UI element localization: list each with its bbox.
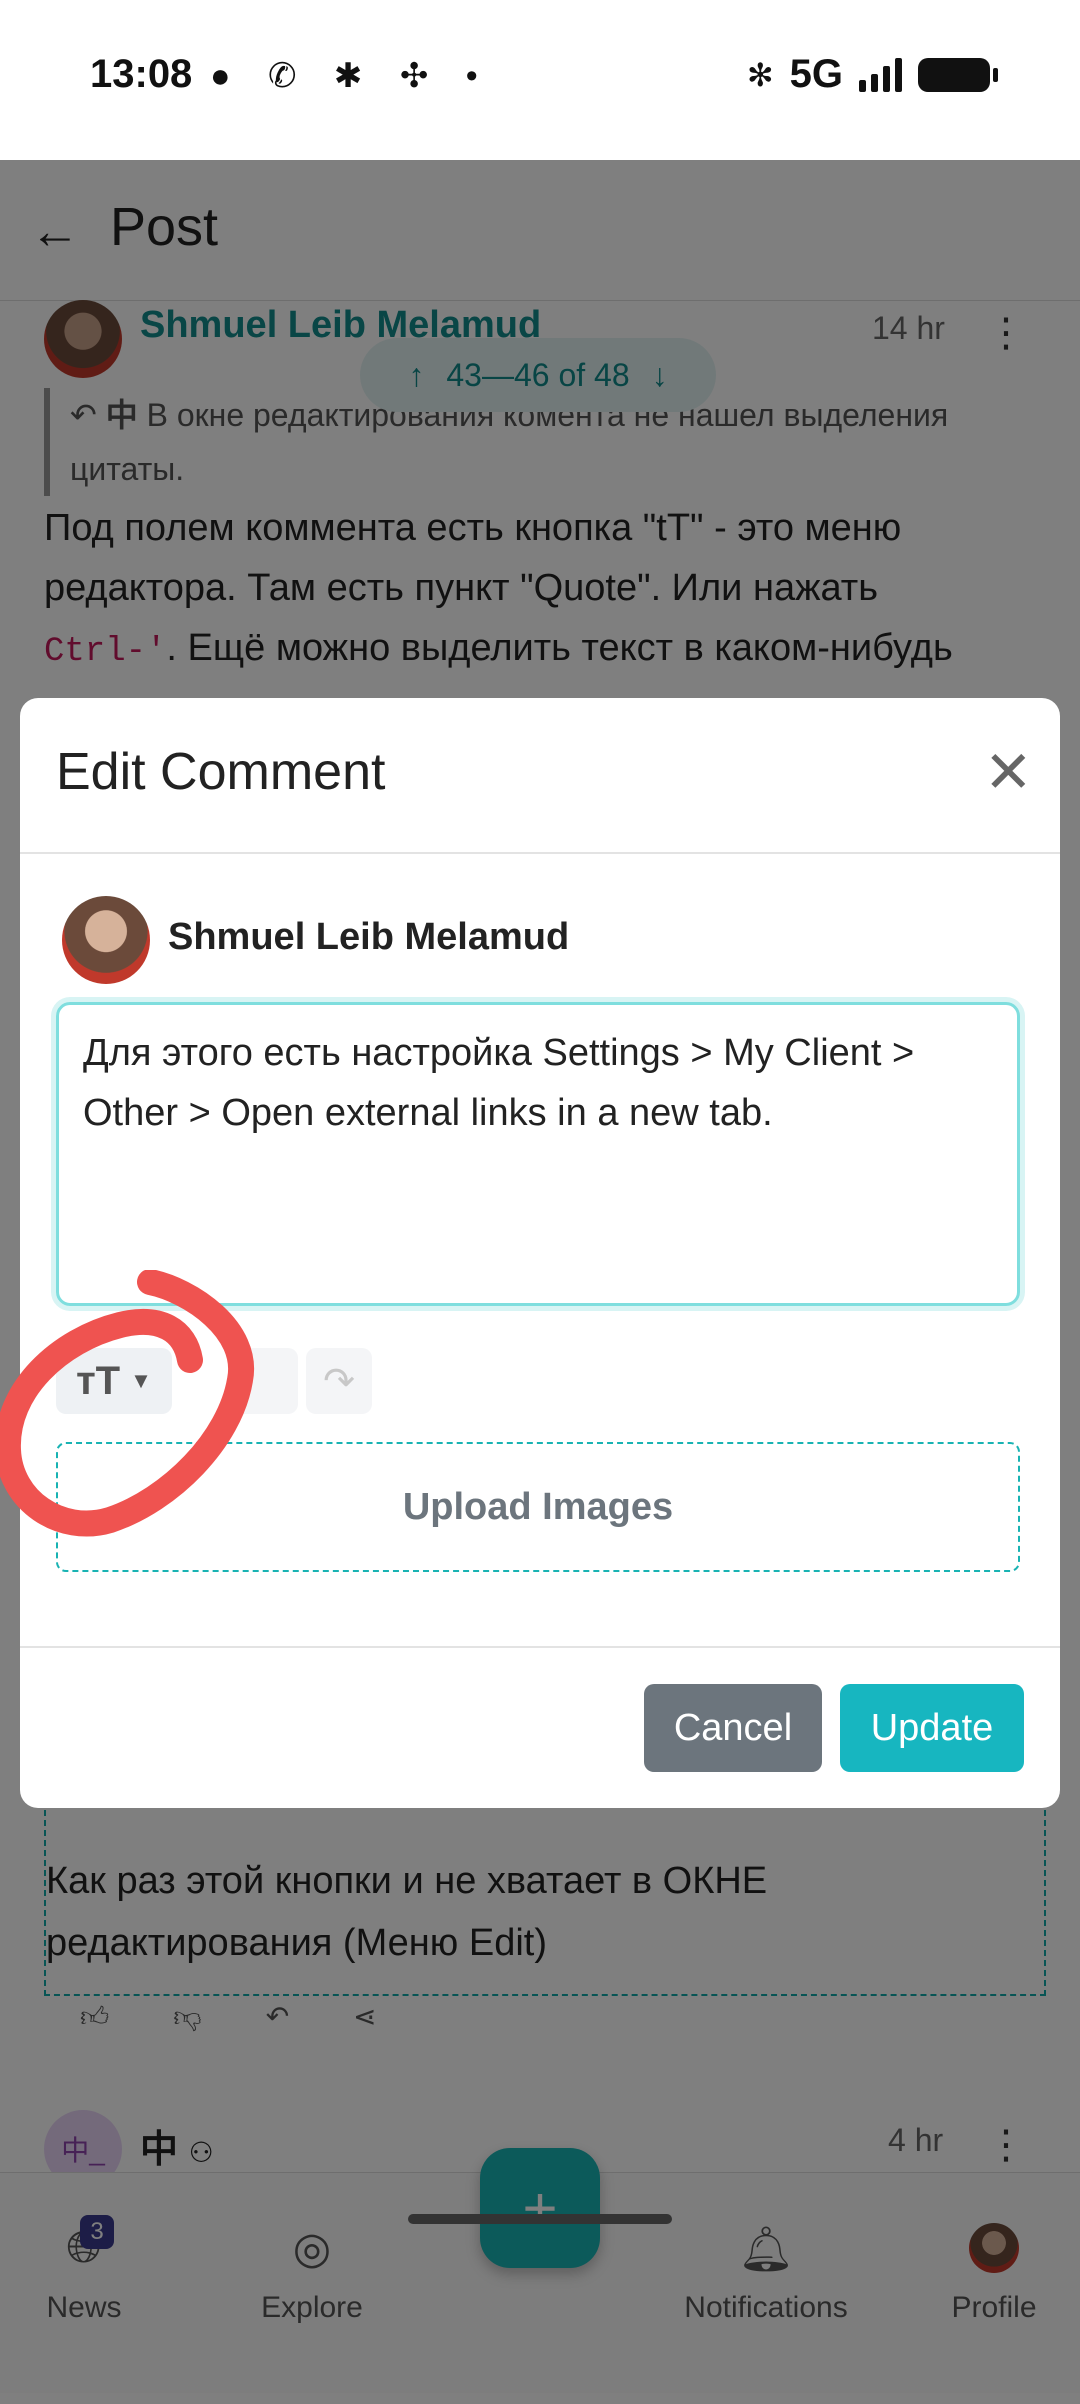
user-name: Shmuel Leib Melamud [168, 916, 570, 958]
status-time: 13:08 [90, 52, 193, 96]
dialog-title: Edit Comment [56, 743, 386, 801]
redo-icon[interactable]: ↷ [306, 1348, 372, 1414]
bluetooth-icon: ✻ [746, 56, 774, 93]
cancel-button[interactable]: Cancel [644, 1684, 822, 1772]
avatar [62, 896, 150, 984]
divider [20, 1646, 1060, 1648]
status-right: ✻ 5G [746, 52, 998, 97]
close-icon[interactable]: ✕ [984, 738, 1033, 806]
signal-icon [859, 57, 902, 92]
battery-icon [918, 57, 998, 92]
edit-comment-dialog: Edit Comment ✕ Shmuel Leib Melamud Для э… [20, 698, 1060, 1808]
status-bar: 13:08 ● ✆ ✱ ✣ • ✻ 5G [0, 0, 1080, 160]
annotation-circle [0, 1270, 255, 1537]
notification-icons: ● ✆ ✱ ✣ • [210, 57, 492, 95]
divider [20, 852, 1060, 854]
home-indicator[interactable] [408, 2214, 672, 2224]
update-button[interactable]: Update [840, 1684, 1024, 1772]
network-type: 5G [789, 52, 843, 96]
comment-textarea[interactable]: Для этого есть настройка Settings > My C… [56, 1002, 1020, 1306]
